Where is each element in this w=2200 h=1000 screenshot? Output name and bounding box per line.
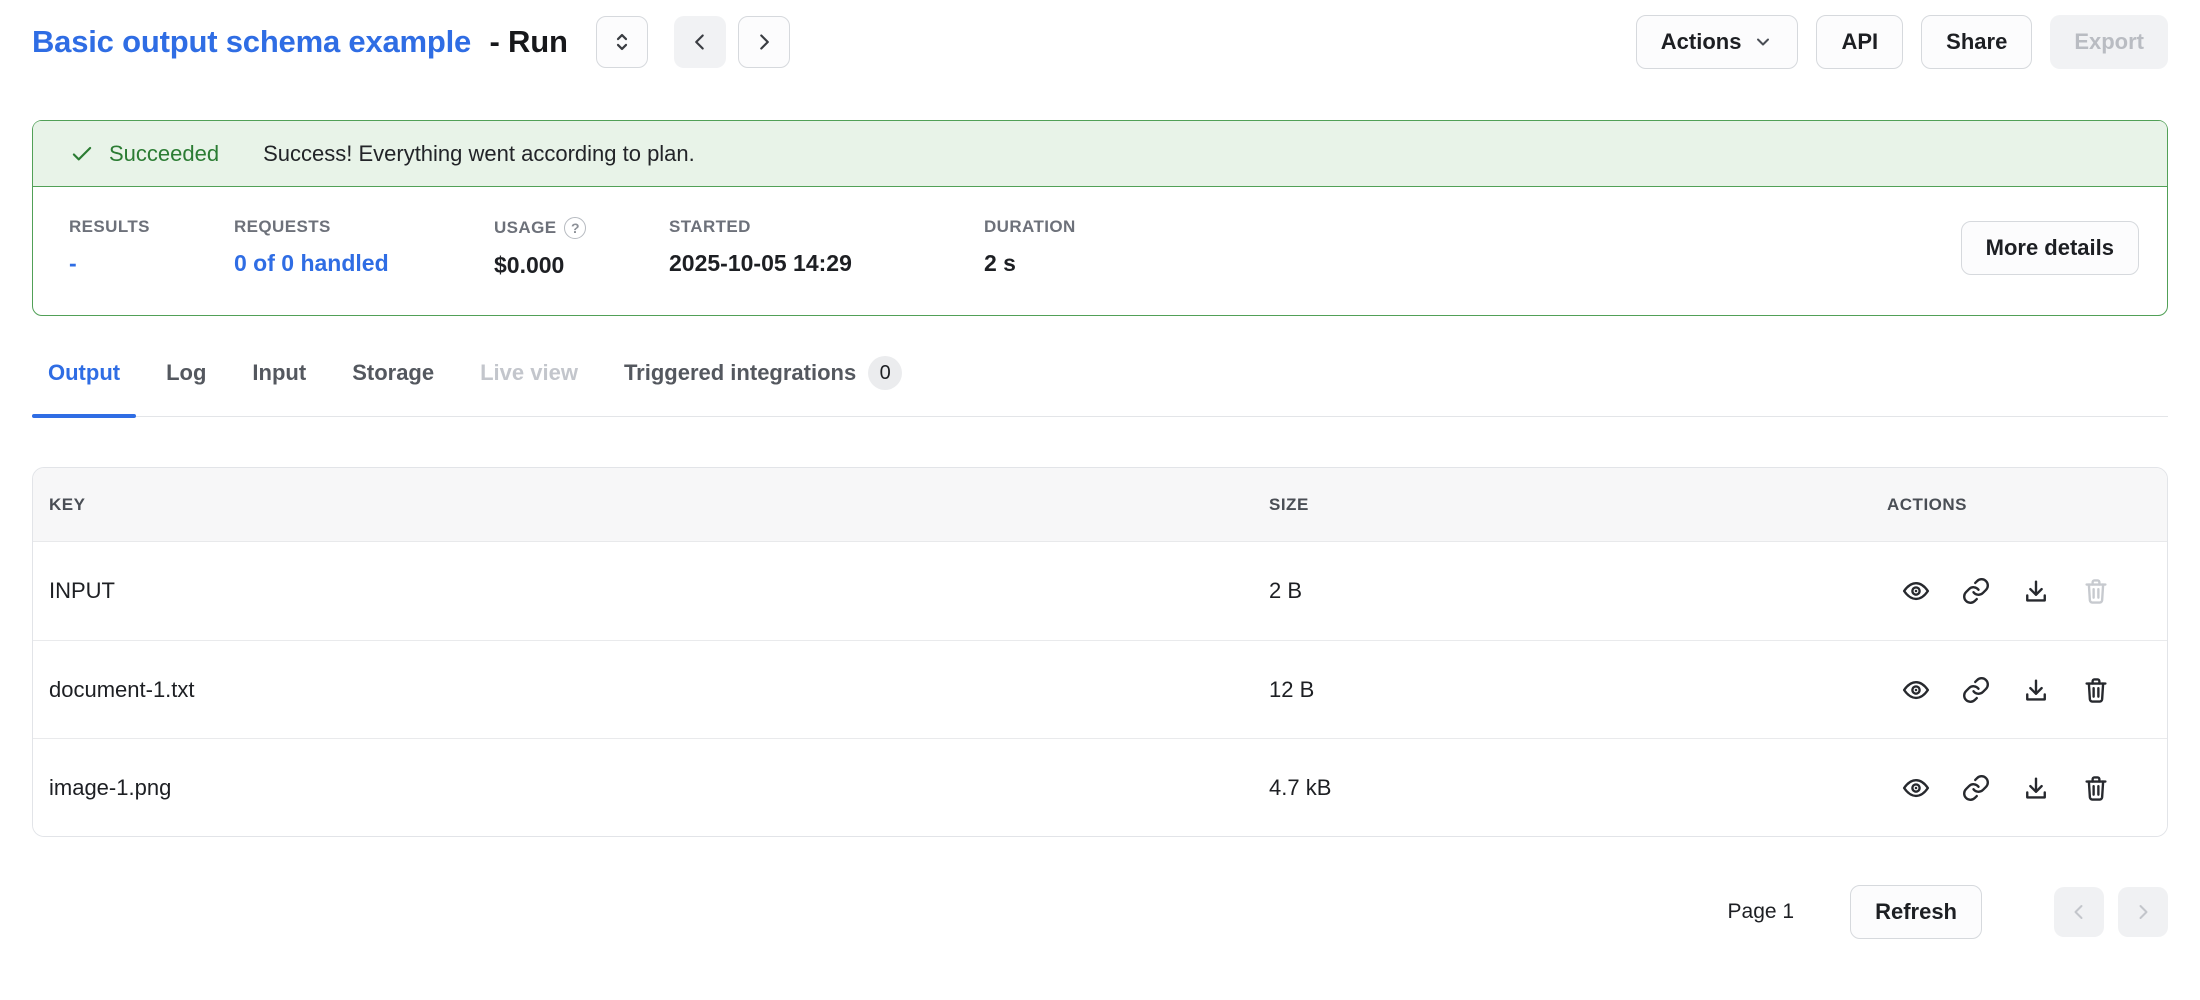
- stat-results-value[interactable]: -: [69, 250, 234, 277]
- column-header-key: KEY: [49, 495, 1269, 515]
- row-key: image-1.png: [49, 775, 1269, 801]
- status-message: Success! Everything went according to pl…: [263, 141, 695, 167]
- next-page-button: [2118, 887, 2168, 937]
- next-run-button[interactable]: [738, 16, 790, 68]
- stat-results: RESULTS -: [69, 217, 234, 277]
- chevron-down-icon: [1753, 32, 1773, 52]
- run-detail-page: Basic output schema example - Run: [0, 0, 2200, 939]
- view-icon[interactable]: [1901, 576, 1931, 606]
- up-down-selector-icon: [609, 29, 635, 55]
- stat-requests: REQUESTS 0 of 0 handled: [234, 217, 494, 277]
- link-icon[interactable]: [1961, 675, 1991, 705]
- api-button[interactable]: API: [1816, 15, 1903, 69]
- stat-started: STARTED 2025-10-05 14:29: [669, 217, 984, 277]
- run-status-card: Succeeded Success! Everything went accor…: [32, 120, 2168, 316]
- share-button[interactable]: Share: [1921, 15, 2032, 69]
- run-stats: RESULTS - REQUESTS 0 of 0 handled USAGE …: [33, 187, 2167, 315]
- chevron-right-icon: [2131, 900, 2155, 924]
- chevron-right-icon: [751, 29, 777, 55]
- view-icon[interactable]: [1901, 675, 1931, 705]
- tab-triggered-integrations[interactable]: Triggered integrations 0: [608, 356, 918, 416]
- actor-title-link[interactable]: Basic output schema example: [32, 24, 471, 59]
- actions-dropdown-label: Actions: [1661, 29, 1742, 55]
- previous-run-button[interactable]: [674, 16, 726, 68]
- stat-requests-value[interactable]: 0 of 0 handled: [234, 250, 494, 277]
- row-key: document-1.txt: [49, 677, 1269, 703]
- tab-live-view: Live view: [464, 356, 594, 416]
- row-size: 12 B: [1269, 677, 1887, 703]
- row-key: INPUT: [49, 578, 1269, 604]
- table-row: INPUT 2 B: [33, 542, 2167, 640]
- download-icon[interactable]: [2021, 773, 2051, 803]
- column-header-actions: ACTIONS: [1887, 495, 2151, 515]
- page-title-suffix: - Run: [490, 24, 568, 59]
- export-button: Export: [2050, 15, 2168, 69]
- status-badge: Succeeded: [109, 141, 219, 167]
- integrations-count-badge: 0: [868, 356, 902, 390]
- stat-usage-value: $0.000: [494, 252, 669, 279]
- view-icon[interactable]: [1901, 773, 1931, 803]
- run-navigation: [596, 16, 790, 68]
- more-details-button[interactable]: More details: [1961, 221, 2139, 275]
- question-circle-icon[interactable]: ?: [564, 217, 586, 239]
- row-size: 2 B: [1269, 578, 1887, 604]
- tab-log[interactable]: Log: [150, 356, 222, 416]
- table-row: document-1.txt 12 B: [33, 640, 2167, 738]
- delete-icon[interactable]: [2081, 773, 2111, 803]
- refresh-button[interactable]: Refresh: [1850, 885, 1982, 939]
- column-header-size: SIZE: [1269, 495, 1887, 515]
- download-icon[interactable]: [2021, 675, 2051, 705]
- run-selector-button[interactable]: [596, 16, 648, 68]
- success-banner: Succeeded Success! Everything went accor…: [33, 121, 2167, 187]
- delete-icon: [2081, 576, 2111, 606]
- chevron-left-icon: [687, 29, 713, 55]
- check-icon: [69, 141, 95, 167]
- header: Basic output schema example - Run: [32, 14, 2168, 70]
- actions-dropdown-button[interactable]: Actions: [1636, 15, 1799, 69]
- tab-storage[interactable]: Storage: [336, 356, 450, 416]
- page-title: Basic output schema example - Run: [32, 24, 568, 60]
- link-icon[interactable]: [1961, 773, 1991, 803]
- previous-page-button: [2054, 887, 2104, 937]
- link-icon[interactable]: [1961, 576, 1991, 606]
- stat-usage: USAGE ? $0.000: [494, 217, 669, 279]
- tab-output[interactable]: Output: [32, 356, 136, 416]
- page-number-label: Page 1: [1728, 900, 1795, 924]
- row-size: 4.7 kB: [1269, 775, 1887, 801]
- run-tabs: Output Log Input Storage Live view Trigg…: [32, 356, 2168, 417]
- table-row: image-1.png 4.7 kB: [33, 738, 2167, 836]
- table-pagination: Page 1 Refresh: [32, 885, 2168, 939]
- table-header-row: KEY SIZE ACTIONS: [33, 468, 2167, 542]
- output-table: KEY SIZE ACTIONS INPUT 2 B document-1.tx…: [32, 467, 2168, 837]
- chevron-left-icon: [2067, 900, 2091, 924]
- stat-started-value: 2025-10-05 14:29: [669, 250, 984, 277]
- header-actions: Actions API Share Export: [1636, 15, 2168, 69]
- delete-icon[interactable]: [2081, 675, 2111, 705]
- stat-duration: DURATION 2 s: [984, 217, 1076, 277]
- tab-input[interactable]: Input: [236, 356, 322, 416]
- download-icon[interactable]: [2021, 576, 2051, 606]
- stat-duration-value: 2 s: [984, 250, 1076, 277]
